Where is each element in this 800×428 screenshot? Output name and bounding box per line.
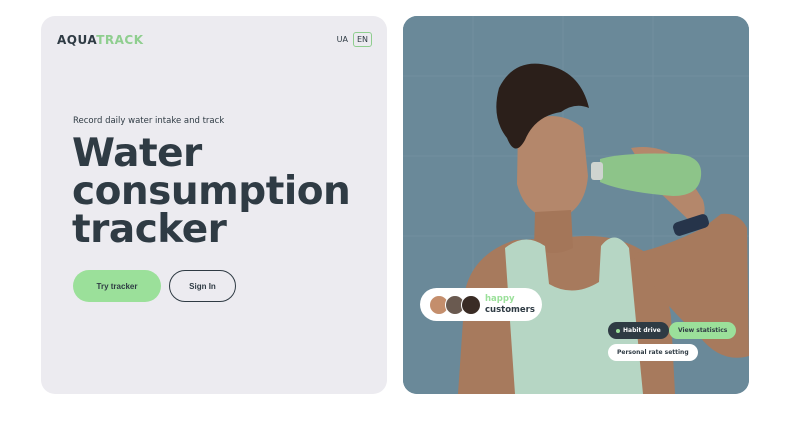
lang-en-button[interactable]: EN xyxy=(352,32,372,47)
hero-subtitle: Record daily water intake and track xyxy=(73,116,225,126)
hero-headline: Water consumption tracker xyxy=(72,131,382,252)
try-tracker-button[interactable]: Try tracker xyxy=(73,270,161,302)
headline-line: Water xyxy=(72,131,202,176)
avatar xyxy=(461,294,481,315)
customer-avatars xyxy=(429,294,481,315)
happy-customers-text: happy customers xyxy=(485,294,535,316)
happy-customers-badge: happy customers xyxy=(420,288,542,321)
logo-accent-text: TRACK xyxy=(96,33,144,47)
sign-in-button[interactable]: Sign In xyxy=(169,270,236,302)
hero-photo-card: happy customers Habit drive View statist… xyxy=(403,16,749,394)
view-statistics-tag: View statistics xyxy=(669,322,737,339)
status-dot-icon xyxy=(616,328,620,333)
headline-line: tracker xyxy=(72,207,227,252)
welcome-card: AQUATRACK UA EN Record daily water intak… xyxy=(41,16,387,394)
personal-rate-tag: Personal rate setting xyxy=(608,344,698,361)
logo[interactable]: AQUATRACK xyxy=(57,33,144,47)
headline-line: consumption xyxy=(72,169,351,214)
happy-label: happy xyxy=(485,293,515,304)
habit-drive-tag: Habit drive xyxy=(608,322,669,339)
language-switcher: UA EN xyxy=(336,32,372,47)
logo-main-text: AQUA xyxy=(57,33,97,47)
customers-label: customers xyxy=(485,304,535,315)
lang-ua-button[interactable]: UA xyxy=(336,33,349,46)
habit-drive-label: Habit drive xyxy=(623,327,661,334)
